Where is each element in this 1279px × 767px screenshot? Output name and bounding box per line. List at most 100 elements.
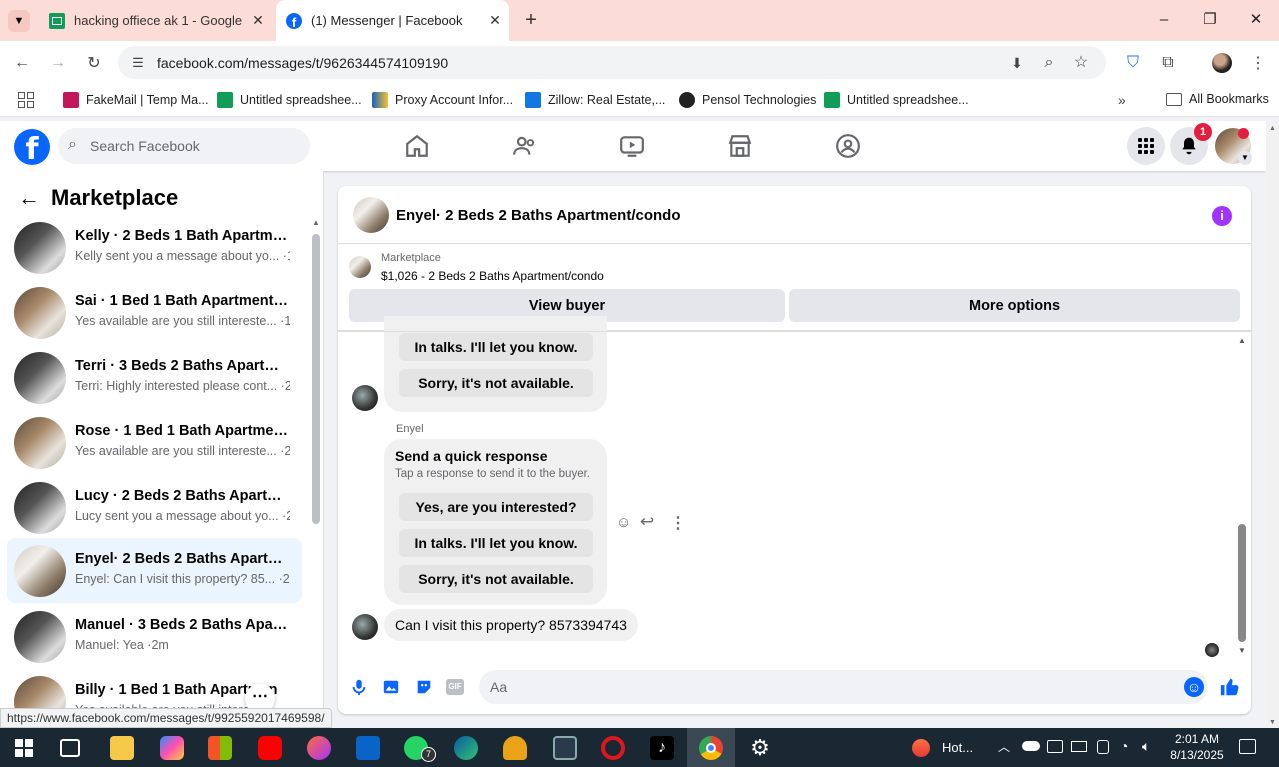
reload-icon[interactable]: ↻	[84, 53, 104, 73]
tray-icon-battery-saver[interactable]	[1071, 741, 1087, 752]
message-input[interactable]: Aa ☺	[479, 670, 1208, 704]
tab-google-sheets[interactable]: hacking offiece ak 1 - Google S ✕	[40, 0, 272, 41]
more-options-button[interactable]: More options	[789, 289, 1240, 322]
microsoft-store-icon[interactable]	[208, 736, 232, 760]
bookmark-proxy-account[interactable]: Proxy Account Infor...	[372, 92, 513, 108]
bookmark-pensol[interactable]: Pensol Technologies	[679, 92, 816, 108]
emoji-icon[interactable]: ☺	[1184, 677, 1204, 697]
list-scrollbar[interactable]	[312, 234, 320, 524]
address-bar[interactable]: ☰ facebook.com/messages/t/96263445741091…	[118, 46, 1106, 79]
new-tab-button[interactable]: +	[520, 9, 542, 31]
minimize-icon[interactable]: –	[1154, 10, 1174, 30]
photo-icon[interactable]	[382, 678, 400, 696]
listing-thumbnail	[14, 482, 66, 534]
quick-response-not-available[interactable]: Sorry, it's not available.	[399, 565, 593, 593]
video-icon[interactable]	[619, 133, 645, 159]
info-icon[interactable]: i	[1212, 206, 1232, 226]
install-app-icon[interactable]: ⬇	[1007, 53, 1027, 73]
back-icon[interactable]: ←	[12, 53, 32, 73]
bookmark-fakemail[interactable]: FakeMail | Temp Ma...	[63, 92, 209, 108]
weather-text[interactable]: Hot...	[942, 740, 973, 755]
url-text[interactable]: facebook.com/messages/t/9626344574109190	[157, 55, 448, 71]
conversation-rose[interactable]: Rose · 1 Bed 1 Bath Apartment/c... Yes a…	[7, 410, 302, 475]
wifi-icon[interactable]: ◔	[1120, 738, 1128, 754]
restore-icon[interactable]: ❐	[1200, 10, 1220, 30]
notification-center-icon[interactable]	[1239, 739, 1256, 754]
scroll-up-arrow[interactable]: ▲	[312, 218, 320, 227]
search-box[interactable]: ⌕	[58, 128, 310, 164]
listing-title[interactable]: $1,026 - 2 Beds 2 Baths Apartment/condo	[381, 269, 604, 283]
profile-avatar[interactable]	[1212, 53, 1232, 73]
task-view-icon[interactable]	[60, 739, 80, 757]
copilot-icon[interactable]	[160, 736, 184, 760]
tab-search-button[interactable]: ▼	[8, 10, 30, 32]
extensions-puzzle-icon[interactable]: ⧉	[1158, 53, 1178, 73]
tray-chevron-icon[interactable]: ︿	[998, 738, 1010, 755]
close-tab-icon[interactable]: ✕	[487, 12, 503, 28]
reply-icon[interactable]: ↩	[640, 512, 654, 532]
back-arrow-icon[interactable]: ←	[18, 185, 40, 211]
apps-grid-icon[interactable]	[18, 92, 34, 108]
chrome-taskbar-active[interactable]	[687, 728, 735, 767]
marketplace-conversation-list: ← Marketplace Kelly · 2 Beds 1 Bath Apar…	[0, 171, 324, 728]
site-info-icon[interactable]: ☰	[128, 53, 148, 73]
outlook-icon[interactable]	[356, 736, 380, 760]
zoom-icon[interactable]: ⌕	[1039, 53, 1059, 73]
tray-icon-monitor[interactable]	[1047, 740, 1063, 753]
bookmark-zillow[interactable]: Zillow: Real Estate,...	[525, 92, 665, 108]
chat-title[interactable]: Enyel· 2 Beds 2 Baths Apartment/condo	[396, 207, 681, 224]
close-window-icon[interactable]: ✕	[1246, 10, 1266, 30]
sticker-icon[interactable]	[415, 678, 433, 696]
app-icon-dark[interactable]	[553, 736, 577, 760]
bookmark-spreadsheet-1[interactable]: Untitled spreadshee...	[217, 92, 362, 108]
onedrive-icon[interactable]	[1022, 741, 1040, 751]
windows-start-icon[interactable]	[12, 736, 36, 760]
volume-icon[interactable]: 🔈︎	[1142, 738, 1150, 755]
gif-icon[interactable]: GIF	[446, 679, 464, 695]
conversation-kelly[interactable]: Kelly · 2 Beds 1 Bath Apartment/... Kell…	[7, 215, 302, 280]
chrome-menu-icon[interactable]: ⋮	[1248, 53, 1268, 73]
microphone-icon[interactable]	[350, 678, 368, 696]
facebook-logo-icon[interactable]: f	[14, 129, 50, 165]
forward-icon[interactable]: →	[48, 53, 68, 73]
home-icon[interactable]	[404, 133, 430, 159]
page-scrollbar[interactable]: ▲ ▼	[1266, 121, 1279, 728]
more-bookmarks-icon[interactable]: »	[1118, 92, 1126, 108]
message-bubble[interactable]: Can I visit this property? 8573394743	[384, 609, 638, 641]
more-actions-icon[interactable]: ⋮	[670, 513, 686, 533]
quick-response-not-available[interactable]: Sorry, it's not available.	[399, 369, 593, 397]
bookmark-star-icon[interactable]: ☆	[1071, 52, 1091, 72]
all-bookmarks-folder[interactable]: All Bookmarks	[1166, 92, 1269, 106]
react-emoji-icon[interactable]: ☺	[616, 514, 631, 531]
thumbs-up-icon[interactable]	[1219, 676, 1241, 698]
search-input[interactable]	[90, 128, 300, 164]
quick-response-in-talks[interactable]: In talks. I'll let you know.	[399, 529, 593, 557]
bookmark-spreadsheet-2[interactable]: Untitled spreadshee...	[824, 92, 969, 108]
app-icon-purple[interactable]	[307, 736, 331, 760]
chat-scrollbar-thumb[interactable]	[1238, 524, 1246, 642]
opera-icon[interactable]	[601, 736, 625, 760]
conversation-terri[interactable]: Terri · 3 Beds 2 Baths Apartment... Terr…	[7, 345, 302, 410]
groups-icon[interactable]	[835, 133, 861, 159]
tab-messenger[interactable]: f (1) Messenger | Facebook ✕	[276, 0, 509, 41]
conversation-lucy[interactable]: Lucy · 2 Beds 2 Baths Apartmen... Lucy s…	[7, 475, 302, 540]
shield-extension-icon[interactable]: ⛉	[1123, 53, 1143, 73]
menu-grid-button[interactable]	[1127, 127, 1165, 165]
conversation-manuel[interactable]: Manuel · 3 Beds 2 Baths Apartm... Manuel…	[7, 604, 302, 669]
youtube-icon[interactable]	[258, 736, 282, 760]
conversation-sai[interactable]: Sai · 1 Bed 1 Bath Apartment/co... Yes a…	[7, 280, 302, 345]
close-tab-icon[interactable]: ✕	[250, 12, 266, 28]
system-clock[interactable]: 2:01 AM 8/13/2025	[1162, 731, 1232, 763]
friends-icon[interactable]	[512, 133, 538, 159]
edge-icon[interactable]	[454, 736, 478, 760]
chevron-down-icon[interactable]: ▼	[1238, 151, 1252, 165]
file-explorer-icon[interactable]	[110, 736, 134, 760]
settings-gear-icon[interactable]: ⚙	[748, 736, 772, 760]
quick-response-interested[interactable]: Yes, are you interested?	[399, 493, 593, 521]
tray-icon-device[interactable]	[1097, 740, 1109, 754]
quick-response-in-talks[interactable]: In talks. I'll let you know.	[399, 333, 593, 361]
marketplace-icon[interactable]	[727, 133, 753, 159]
medal-icon[interactable]	[503, 736, 527, 760]
tiktok-icon[interactable]: ♪	[650, 736, 674, 760]
conversation-enyel[interactable]: Enyel· 2 Beds 2 Baths Apartmen... Enyel:…	[7, 538, 302, 603]
